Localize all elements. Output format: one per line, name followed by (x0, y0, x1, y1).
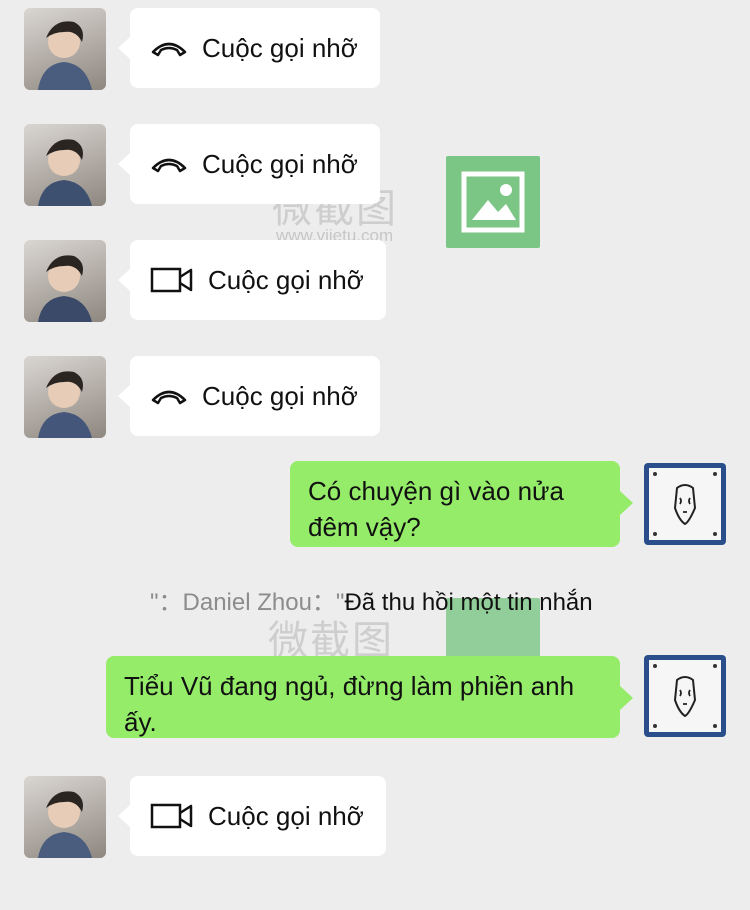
outgoing-message-bubble[interactable]: Có chuyện gì vào nửa đêm vậy? (290, 461, 633, 547)
watermark-logo-icon (446, 156, 540, 248)
recall-text: Đã thu hồi một tin nhắn (344, 589, 593, 616)
missed-call-bubble[interactable]: Cuộc gọi nhỡ (118, 124, 380, 204)
missed-call-bubble[interactable]: Cuộc gọi nhỡ (118, 356, 380, 436)
call-status-text: Cuộc gọi nhỡ (208, 264, 364, 295)
missed-video-call-bubble[interactable]: Cuộc gọi nhỡ (118, 776, 386, 856)
video-camera-icon (150, 266, 194, 294)
contact-avatar[interactable] (24, 356, 106, 438)
video-camera-icon (150, 802, 194, 830)
self-avatar[interactable] (644, 655, 726, 737)
message-text: Có chuyện gì vào nửa đêm vậy? (308, 476, 564, 542)
message-recalled-notice: "：Daniel Zhou："Đã thu hồi một tin nhắn (150, 582, 593, 617)
phone-hangup-icon (150, 154, 188, 174)
contact-avatar[interactable] (24, 776, 106, 858)
call-status-text: Cuộc gọi nhỡ (202, 380, 358, 411)
missed-call-bubble[interactable]: Cuộc gọi nhỡ (118, 8, 380, 88)
outgoing-message-bubble[interactable]: Tiểu Vũ đang ngủ, đừng làm phiền anh ấy. (106, 656, 633, 738)
phone-hangup-icon (150, 38, 188, 58)
phone-hangup-icon (150, 386, 188, 406)
self-avatar[interactable] (644, 463, 726, 545)
contact-avatar[interactable] (24, 124, 106, 206)
call-status-text: Cuộc gọi nhỡ (202, 148, 358, 179)
call-status-text: Cuộc gọi nhỡ (208, 800, 364, 831)
missed-video-call-bubble[interactable]: Cuộc gọi nhỡ (118, 240, 386, 320)
message-text: Tiểu Vũ đang ngủ, đừng làm phiền anh ấy. (124, 671, 575, 737)
contact-avatar[interactable] (24, 240, 106, 322)
recall-sender-prefix: "：Daniel Zhou：" (150, 589, 345, 616)
contact-avatar[interactable] (24, 8, 106, 90)
call-status-text: Cuộc gọi nhỡ (202, 32, 358, 63)
